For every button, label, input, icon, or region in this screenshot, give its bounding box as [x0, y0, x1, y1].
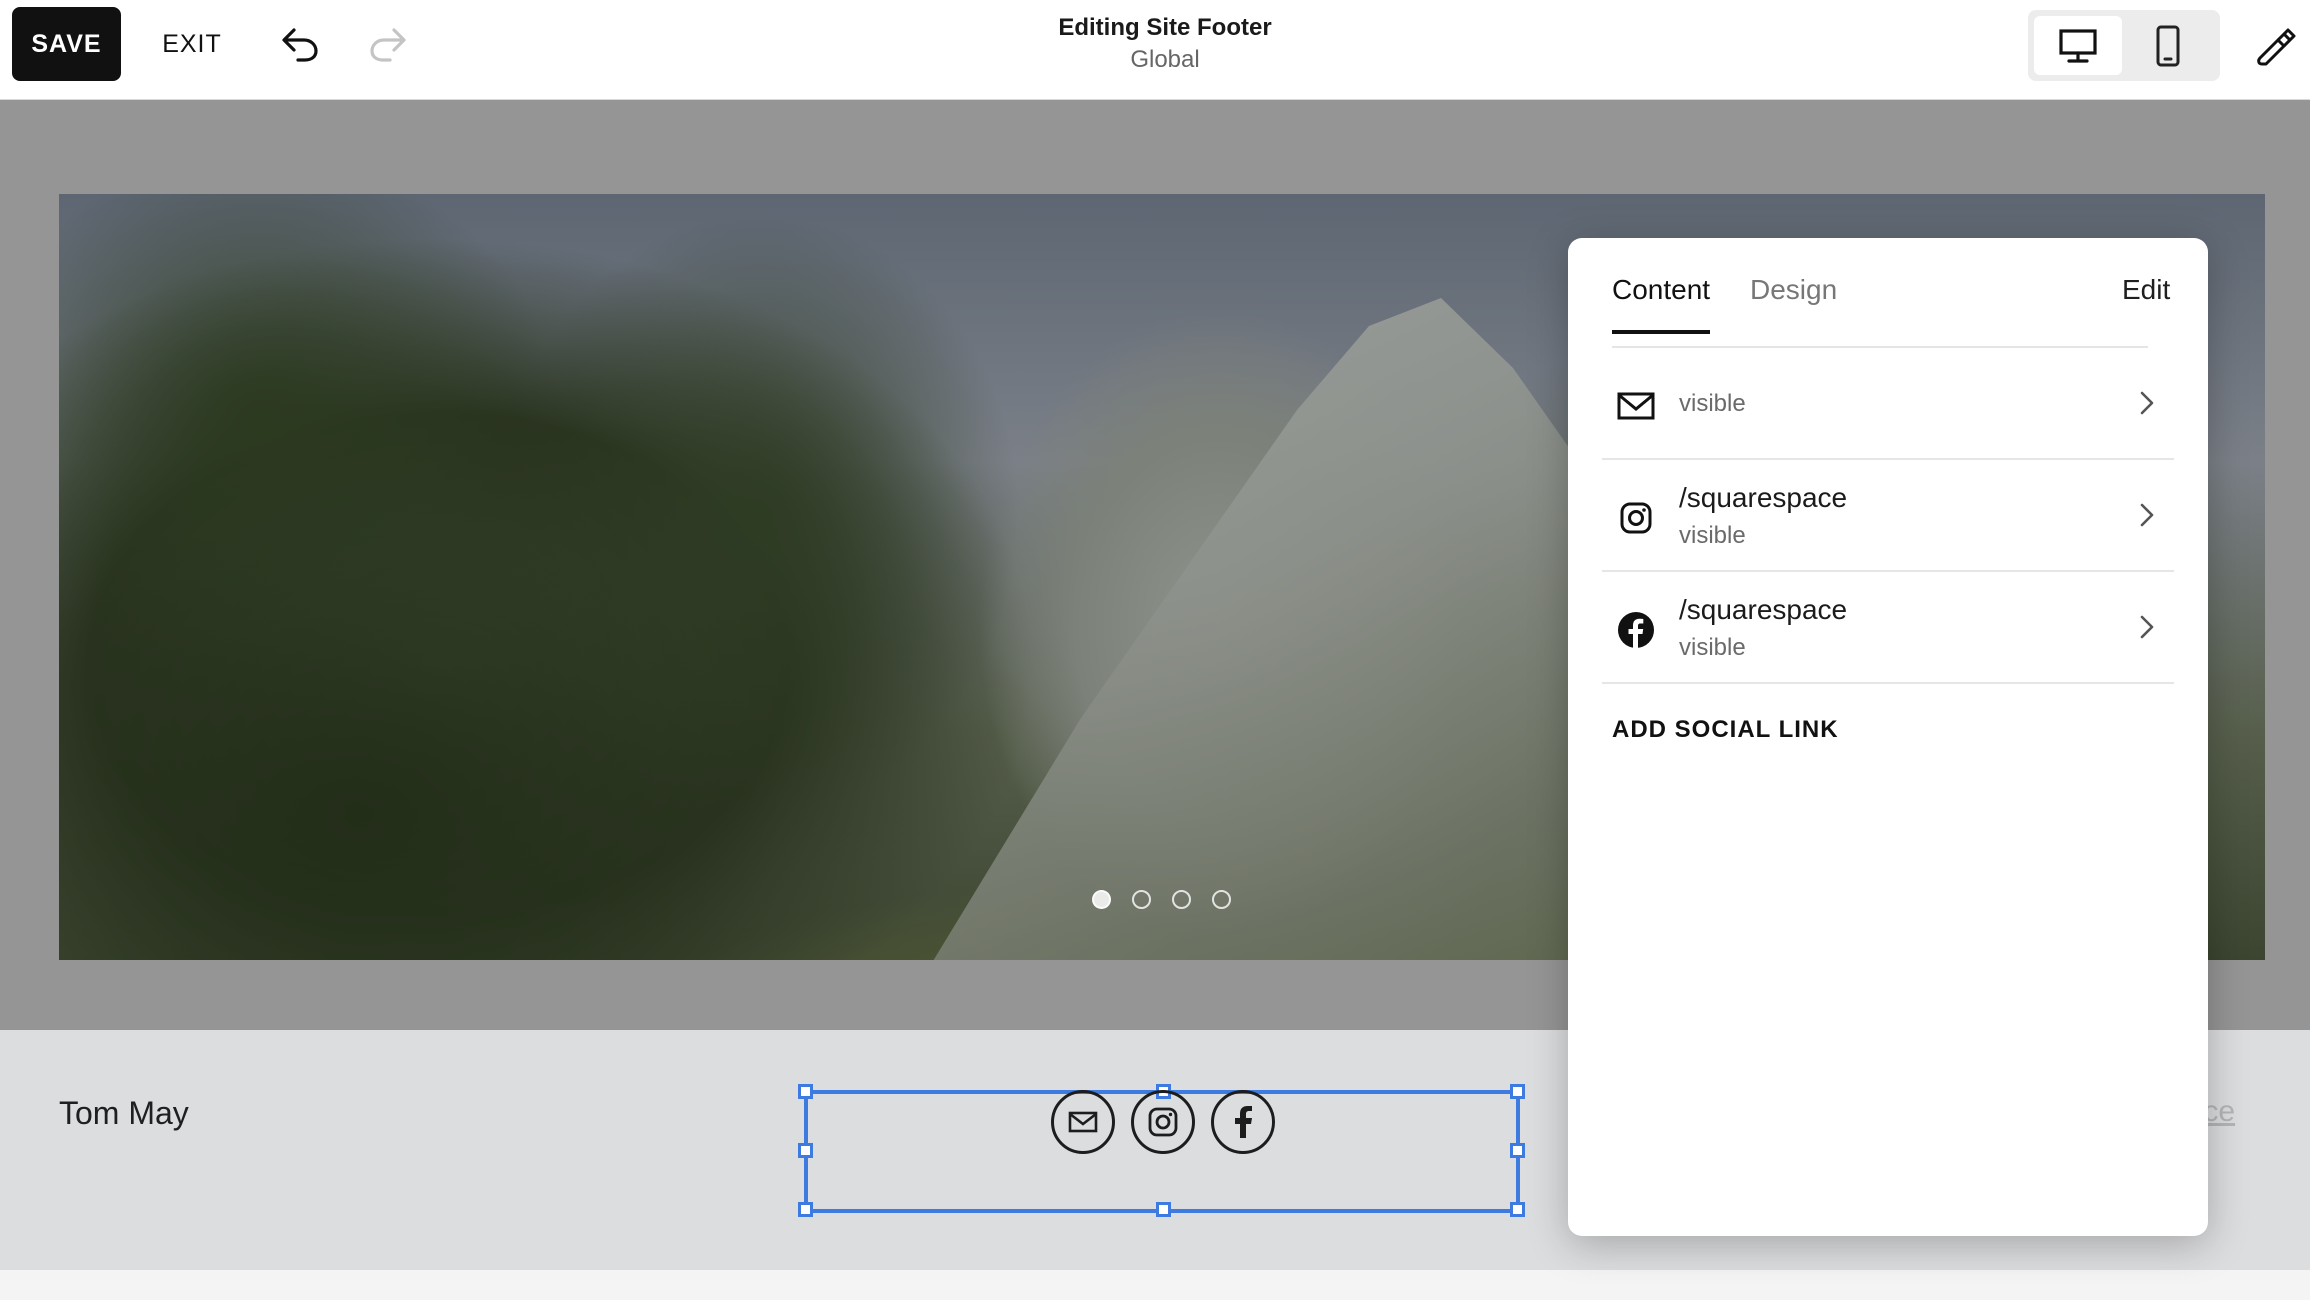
- facebook-icon[interactable]: [1211, 1090, 1275, 1154]
- desktop-icon: [2059, 28, 2097, 63]
- chevron-right-icon: [2132, 612, 2162, 642]
- resize-handle-e[interactable]: [1510, 1143, 1525, 1158]
- carousel-dot-3[interactable]: [1172, 890, 1191, 909]
- facebook-icon: [1616, 610, 1656, 650]
- email-icon[interactable]: [1051, 1090, 1115, 1154]
- resize-handle-nw[interactable]: [798, 1084, 813, 1099]
- device-toggle: [2028, 10, 2220, 81]
- carousel-dot-1[interactable]: [1092, 890, 1111, 909]
- email-icon: [1616, 386, 1656, 426]
- mobile-view-button[interactable]: [2124, 16, 2212, 75]
- instagram-icon: [1616, 498, 1656, 538]
- resize-handle-sw[interactable]: [798, 1202, 813, 1217]
- save-button[interactable]: SAVE: [12, 7, 121, 81]
- tab-content[interactable]: Content: [1612, 274, 1711, 334]
- desktop-view-button[interactable]: [2034, 16, 2122, 75]
- exit-button[interactable]: EXIT: [150, 7, 234, 81]
- paintbrush-icon[interactable]: [2246, 16, 2306, 76]
- carousel-dots: [1092, 890, 1232, 910]
- bottom-strip: [0, 1270, 2310, 1300]
- social-link-row-email[interactable]: visible: [1602, 350, 2174, 460]
- chevron-right-icon: [2132, 388, 2162, 418]
- carousel-dot-4[interactable]: [1212, 890, 1231, 909]
- link-status: visible: [1679, 390, 1746, 417]
- trees-left: [59, 194, 1039, 960]
- resize-handle-se[interactable]: [1510, 1202, 1525, 1217]
- editing-title: Editing Site Footer Global: [955, 12, 1375, 76]
- link-status: visible: [1679, 634, 1746, 661]
- page-title: Editing Site Footer: [1058, 14, 1272, 41]
- editor-toolbar: SAVE EXIT Editing Site Footer Global: [0, 0, 2310, 100]
- tab-design[interactable]: Design: [1750, 274, 1837, 330]
- link-status: visible: [1679, 522, 1746, 549]
- edit-link[interactable]: Edit: [2122, 274, 2170, 306]
- instagram-icon[interactable]: [1131, 1090, 1195, 1154]
- link-handle: /squarespace: [1679, 594, 1848, 625]
- social-link-row-instagram[interactable]: /squarespace visible: [1602, 462, 2174, 572]
- resize-handle-s[interactable]: [1156, 1202, 1171, 1217]
- social-links-panel: Content Design Edit visible /squarespace…: [1568, 238, 2208, 1236]
- page-subtitle: Global: [1130, 46, 1200, 73]
- undo-icon[interactable]: [272, 16, 328, 72]
- add-social-link-button[interactable]: ADD SOCIAL LINK: [1612, 716, 1839, 744]
- panel-tabs: Content Design: [1612, 238, 2148, 348]
- site-title[interactable]: Tom May: [59, 1095, 189, 1132]
- resize-handle-ne[interactable]: [1510, 1084, 1525, 1099]
- redo-icon[interactable]: [360, 16, 416, 72]
- resize-handle-w[interactable]: [798, 1143, 813, 1158]
- chevron-right-icon: [2132, 500, 2162, 530]
- social-link-row-facebook[interactable]: /squarespace visible: [1602, 574, 2174, 684]
- carousel-dot-2[interactable]: [1132, 890, 1151, 909]
- link-handle: /squarespace: [1679, 482, 1848, 513]
- mobile-icon: [2156, 25, 2180, 66]
